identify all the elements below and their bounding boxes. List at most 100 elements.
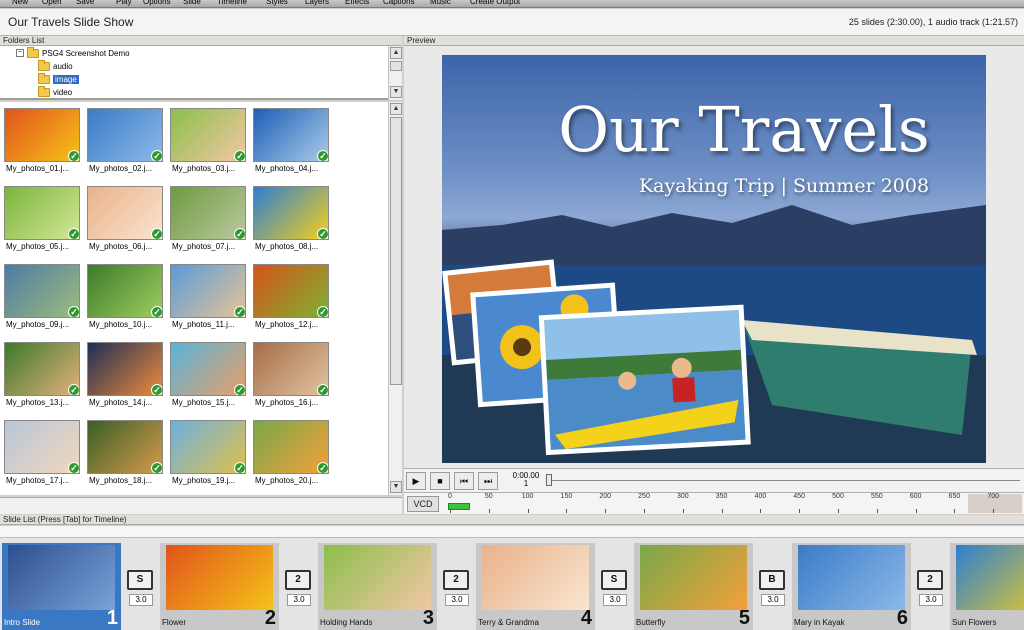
photo-thumbnail[interactable]: ✓ My_photos_01.j... [0,102,84,178]
transition-item[interactable]: S 3.0 [596,570,634,614]
photo-grid-hscroll[interactable] [0,497,402,514]
ruler-tick [527,509,529,513]
photo-thumbnail[interactable]: ✓ My_photos_17.j... [0,414,84,490]
output-format-label[interactable]: VCD [407,496,439,512]
transition-icon[interactable]: 2 [917,570,943,590]
menu-item-save[interactable]: Save [76,0,94,6]
scroll-up-icon[interactable]: ▲ [390,47,402,59]
slide-item[interactable]: Terry & Grandma 4 [476,543,595,630]
menu-item-create-output[interactable]: Create Output [470,0,520,6]
menu-item-slide[interactable]: Slide [183,0,201,6]
photo-grid-scrollbar[interactable]: ▲ ▼ [388,102,402,495]
photo-thumbnail[interactable]: ✓ My_photos_06.j... [83,180,167,256]
photo-thumbnail[interactable]: ✓ My_photos_13.j... [0,336,84,412]
menu-item-music[interactable]: Music [430,0,451,6]
tree-item-audio[interactable]: audio [38,59,73,72]
menu-item-layers[interactable]: Layers [305,0,329,6]
transition-item[interactable]: 2 3.0 [438,570,476,614]
slide-list-scrollbar[interactable] [0,526,1024,538]
folder-icon [38,59,50,71]
photo-thumbnail[interactable]: ✓ My_photos_12.j... [249,258,333,334]
photo-thumbnail[interactable]: ✓ My_photos_20.j... [249,414,333,490]
slide-item[interactable]: Flower 2 [160,543,279,630]
photo-thumbnail[interactable]: ✓ My_photos_02.j... [83,102,167,178]
scrubber-track[interactable] [546,480,1020,481]
menu-item-new[interactable]: New [12,0,28,6]
previous-icon[interactable]: ⏮ [454,472,474,490]
scroll-thumb[interactable] [390,61,402,71]
transition-duration[interactable]: 3.0 [287,594,311,606]
photo-thumbnail[interactable]: ✓ My_photos_19.j... [166,414,250,490]
photo-thumbnail[interactable]: ✓ My_photos_05.j... [0,180,84,256]
collapse-icon[interactable]: − [16,49,24,57]
photo-image: ✓ [87,186,163,240]
scroll-thumb[interactable] [390,117,402,385]
transition-icon[interactable]: S [127,570,153,590]
slide-item[interactable]: Holding Hands 3 [318,543,437,630]
slide-item[interactable]: Intro Slide 1 [2,543,121,630]
transition-icon[interactable]: B [759,570,785,590]
menu-item-play[interactable]: Play [116,0,132,6]
ruler-tick-label: 250 [638,493,650,500]
stop-icon[interactable]: ■ [430,472,450,490]
slide-item[interactable]: Butterfly 5 [634,543,753,630]
scroll-down-icon[interactable]: ▼ [390,481,402,493]
photo-thumbnail[interactable]: ✓ My_photos_09.j... [0,258,84,334]
ruler-tick-label: 500 [832,493,844,500]
photo-caption: My_photos_08.j... [255,242,319,251]
ruler-tick-label: 300 [676,493,689,500]
slide-item[interactable]: Mary in Kayak 6 [792,543,911,630]
slide-thumbnail [956,545,1024,610]
transition-icon[interactable]: S [601,570,627,590]
photo-thumbnail[interactable]: ✓ My_photos_18.j... [83,414,167,490]
menu-item-effects[interactable]: Effects [345,0,369,6]
transition-duration[interactable]: 3.0 [761,594,785,606]
transition-item[interactable]: 2 3.0 [912,570,950,614]
ruler-tick [450,509,451,513]
tree-item-label: video [53,87,73,97]
scrubber-handle[interactable] [546,474,552,486]
menu-item-options[interactable]: Options [143,0,171,6]
preview-image[interactable]: Our Travels Kayaking Trip | Summer 2008 [442,55,986,463]
tree-item-image[interactable]: image [38,72,79,85]
scroll-up-icon[interactable]: ▲ [390,103,402,115]
tree-root[interactable]: − PSG4 Screenshot Demo [16,46,130,59]
menu-item-styles[interactable]: Styles [266,0,288,6]
check-icon: ✓ [68,384,79,395]
photo-image: ✓ [253,264,329,318]
folder-tree-scrollbar[interactable]: ▲ ▼ [388,46,402,100]
check-icon: ✓ [317,306,328,317]
transition-duration[interactable]: 3.0 [445,594,469,606]
ruler-tick [876,509,878,513]
menu-item-captions[interactable]: Captions [383,0,415,6]
transition-icon[interactable]: 2 [443,570,469,590]
check-icon: ✓ [68,462,79,473]
photo-thumbnail[interactable]: ✓ My_photos_14.j... [83,336,167,412]
menu-item-open[interactable]: Open [42,0,62,6]
photo-caption: My_photos_01.j... [6,164,70,173]
transition-item[interactable]: S 3.0 [122,570,160,614]
play-icon[interactable]: ▶ [406,472,426,490]
photo-thumbnail[interactable]: ✓ My_photos_16.j... [249,336,333,412]
photo-thumbnail[interactable]: ✓ My_photos_04.j... [249,102,333,178]
photo-thumbnail[interactable]: ✓ My_photos_03.j... [166,102,250,178]
next-icon[interactable]: ⏭ [478,472,498,490]
photo-thumbnail[interactable]: ✓ My_photos_07.j... [166,180,250,256]
photo-thumbnail[interactable]: ✓ My_photos_10.j... [83,258,167,334]
tree-item-video[interactable]: video [38,85,73,98]
transition-icon[interactable]: 2 [285,570,311,590]
transition-duration[interactable]: 3.0 [129,594,153,606]
menu-item-timeline[interactable]: Timeline [217,0,247,6]
photo-thumbnail[interactable]: ✓ My_photos_08.j... [249,180,333,256]
photo-thumbnail[interactable]: ✓ My_photos_15.j... [166,336,250,412]
photo-image: ✓ [87,108,163,162]
transition-item[interactable]: 2 3.0 [280,570,318,614]
transition-duration[interactable]: 3.0 [919,594,943,606]
slide-thumbnail [166,545,273,610]
transition-duration[interactable]: 3.0 [603,594,627,606]
photo-thumbnail[interactable]: ✓ My_photos_11.j... [166,258,250,334]
tree-item-label: image [53,74,79,84]
transition-item[interactable]: B 3.0 [754,570,792,614]
slide-item[interactable]: Sun Flowers [950,543,1024,630]
scroll-down-icon[interactable]: ▼ [390,86,402,98]
